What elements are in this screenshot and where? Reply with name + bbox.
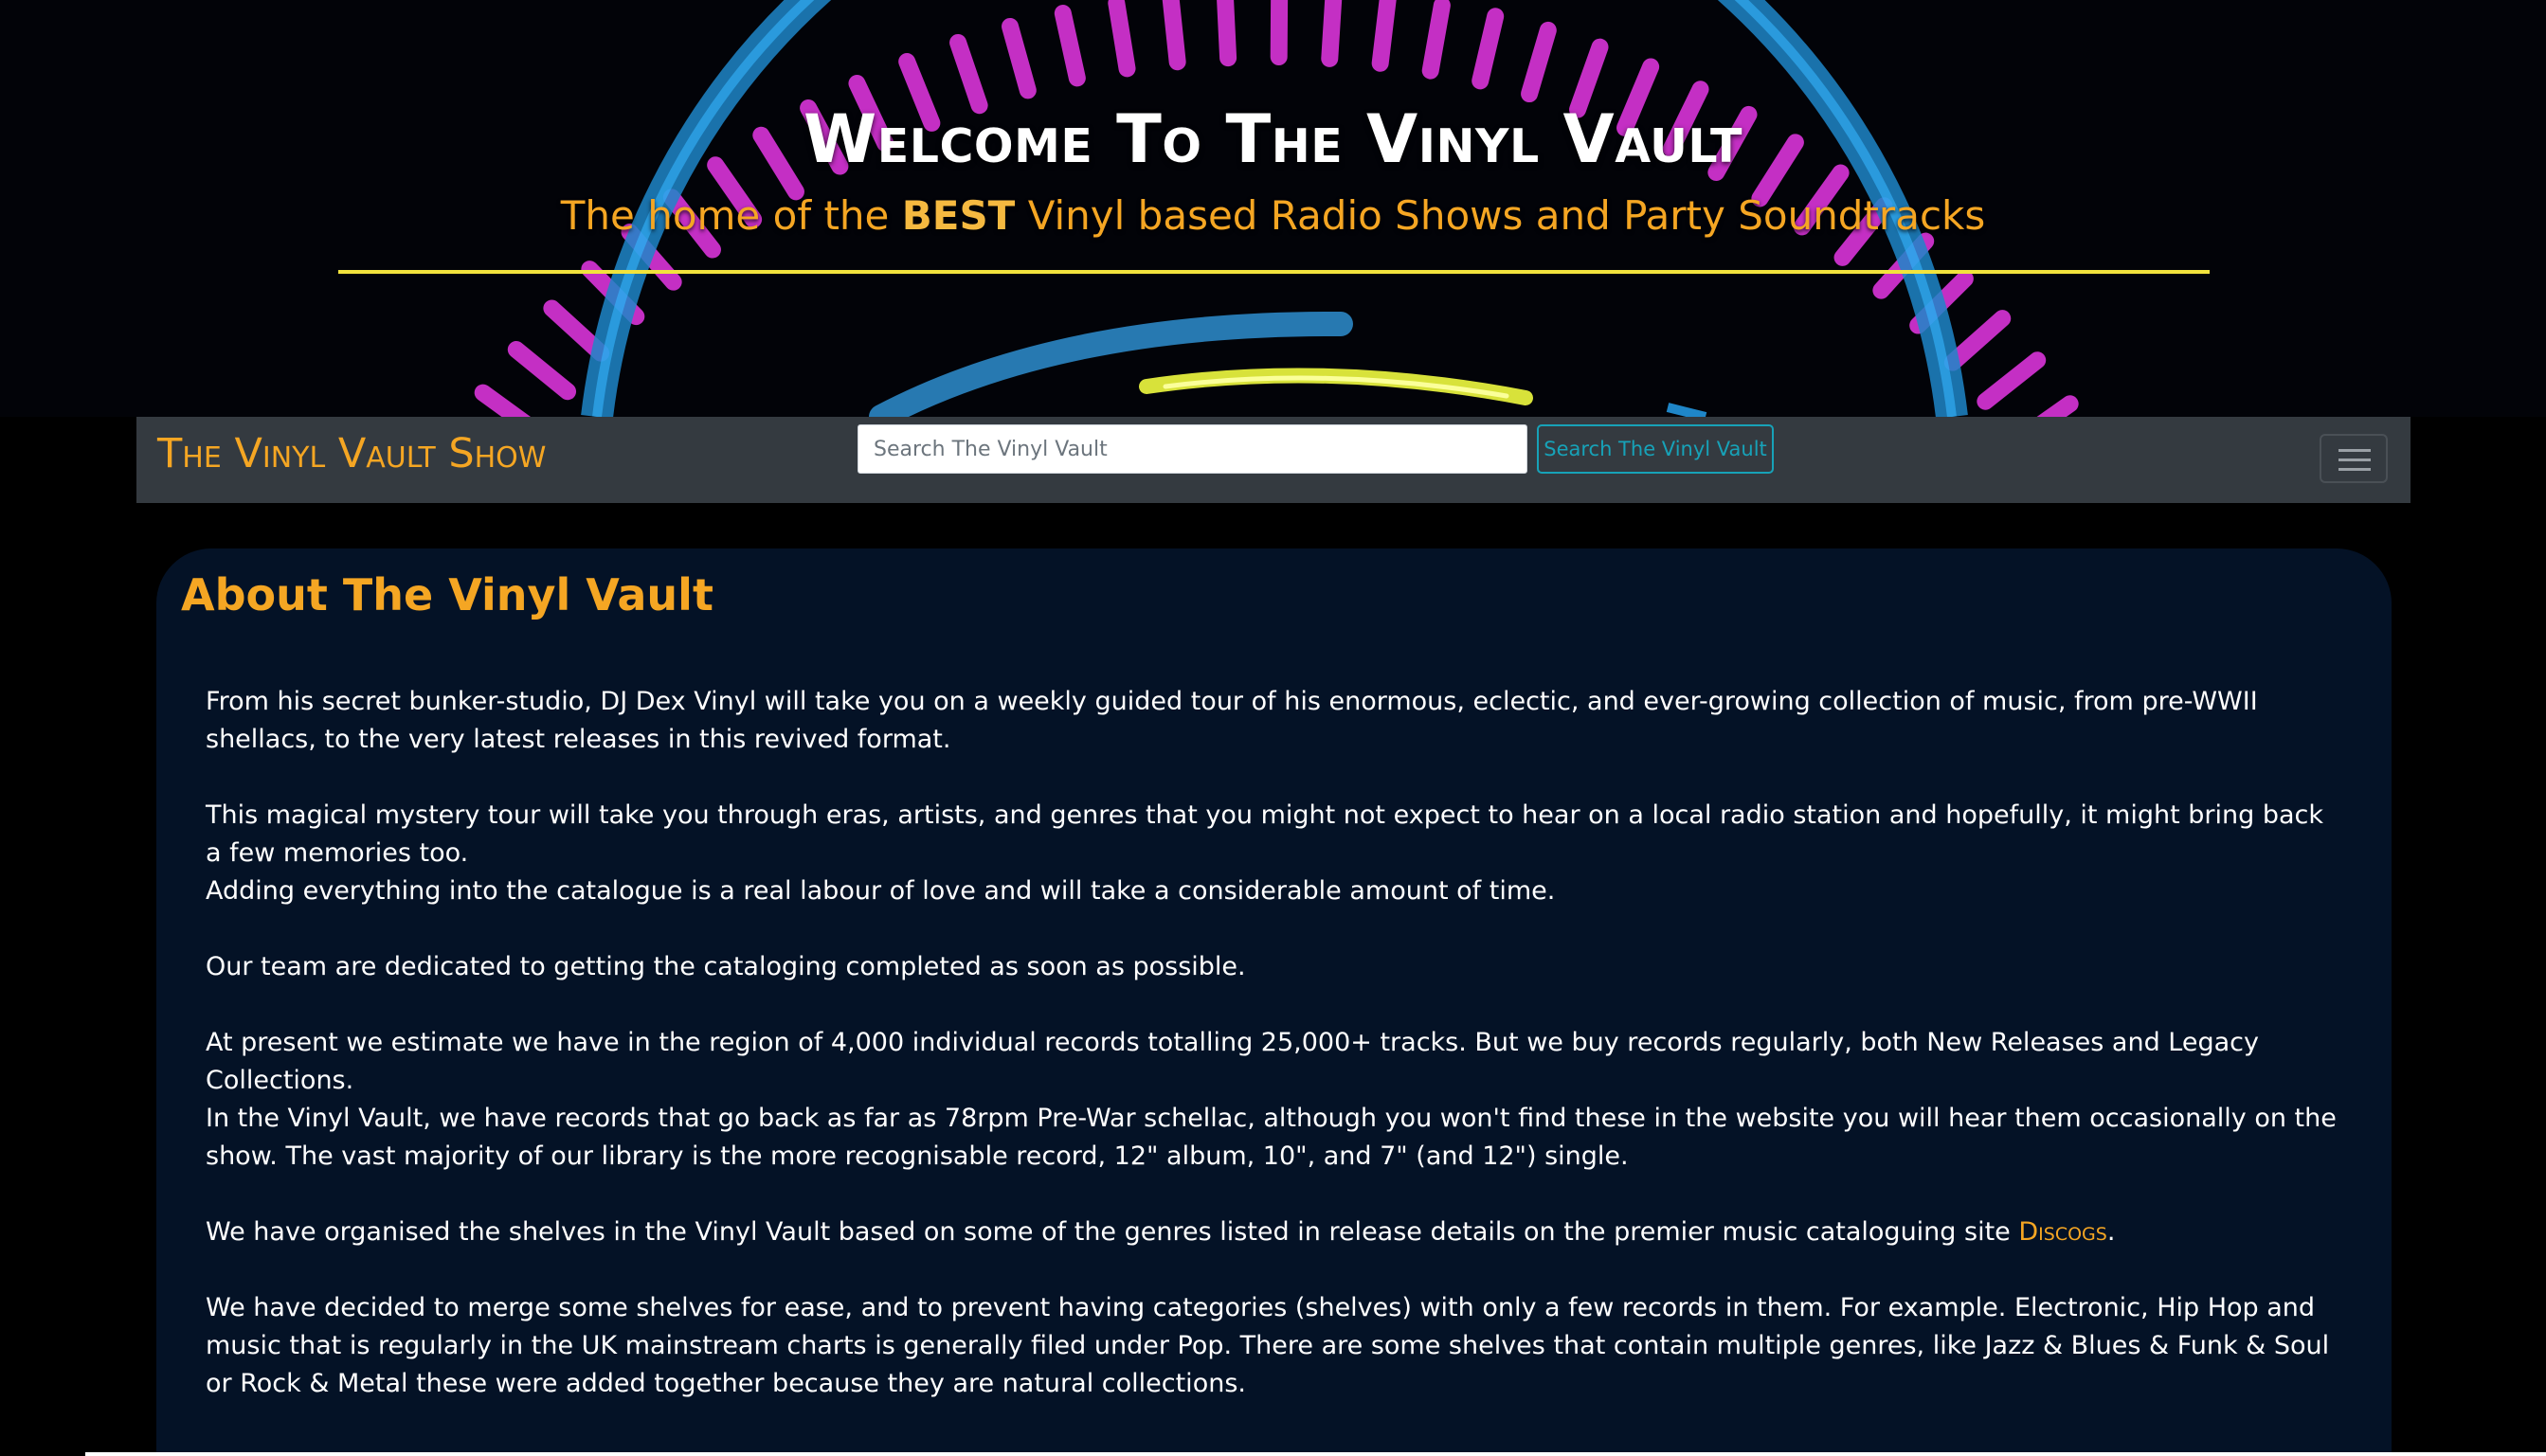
about-paragraph: We have decided to merge some shelves fo… [206, 1293, 2330, 1398]
hero-divider [338, 270, 2210, 274]
about-paragraph: Our team are dedicated to getting the ca… [206, 952, 1246, 981]
neon-tick [1002, 17, 1037, 99]
page-bottom-divider [85, 1452, 2546, 1456]
discogs-link[interactable]: Discogs [2018, 1217, 2106, 1247]
hero-banner: Welcome To The Vinyl Vault The home of t… [0, 0, 2546, 417]
navbar: The Vinyl Vault Show Search The Vinyl Va… [136, 417, 2411, 503]
search-button[interactable]: Search The Vinyl Vault [1537, 424, 1774, 474]
neon-tick [1054, 5, 1086, 87]
subtitle-text-start: The home of the [560, 192, 902, 239]
search-input[interactable] [858, 424, 1527, 474]
hamburger-menu-icon [2338, 458, 2371, 461]
neon-tick [1371, 0, 1397, 72]
navbar-toggle-button[interactable] [2320, 434, 2388, 483]
page-title: Welcome To The Vinyl Vault [804, 100, 1742, 178]
subtitle-text-end: Vinyl based Radio Shows and Party Soundt… [1015, 192, 1986, 239]
page-subtitle: The home of the BEST Vinyl based Radio S… [0, 192, 2546, 239]
brand-link[interactable]: The Vinyl Vault Show [157, 430, 546, 477]
neon-tick [474, 384, 532, 417]
hamburger-menu-icon [2338, 449, 2371, 452]
about-paragraph: We have organised the shelves in the Vin… [206, 1213, 2347, 1251]
about-paragraph: This magical mystery tour will take you … [206, 800, 2324, 868]
neon-tick [1162, 0, 1186, 71]
neon-tick [1217, 0, 1237, 67]
neon-tick [1943, 310, 2012, 371]
neon-tick [1521, 21, 1557, 103]
about-paragraph-period: . [2106, 1217, 2116, 1247]
about-paragraph-text: We have organised the shelves in the Vin… [206, 1217, 2019, 1247]
about-paragraph: At present we estimate we have in the re… [206, 1028, 2259, 1095]
about-section: About The Vinyl Vault From his secret bu… [156, 548, 2392, 1456]
neon-tick [1421, 0, 1451, 80]
neon-tick [1321, 0, 1343, 67]
neon-tick [1472, 8, 1505, 90]
about-paragraph: From his secret bunker-studio, DJ Dex Vi… [206, 687, 2258, 754]
about-paragraph: In the Vinyl Vault, we have records that… [206, 1104, 2337, 1171]
neon-tick [2036, 395, 2079, 417]
about-title: About The Vinyl Vault [181, 569, 713, 620]
neon-tick [507, 341, 577, 401]
neon-tick [1108, 0, 1136, 78]
hamburger-menu-icon [2338, 468, 2371, 471]
neon-tick [949, 33, 988, 115]
neon-tick [1977, 351, 2047, 410]
subtitle-emphasis: BEST [901, 192, 1016, 239]
about-paragraph: Adding everything into the catalogue is … [206, 876, 1556, 906]
